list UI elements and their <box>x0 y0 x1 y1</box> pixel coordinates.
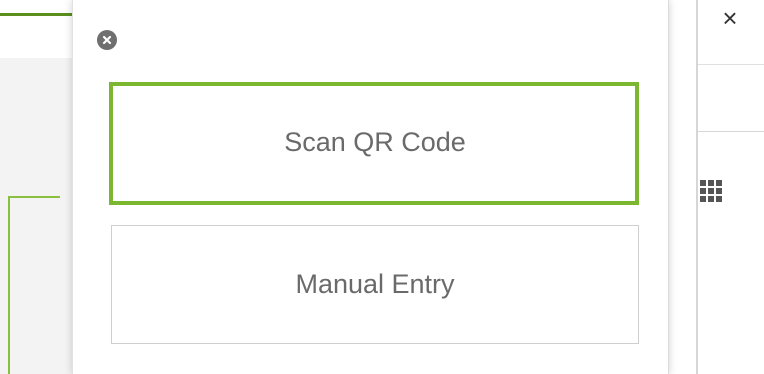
entry-method-popup: Scan QR Code Manual Entry <box>72 0 669 374</box>
manual-entry-label: Manual Entry <box>295 269 455 299</box>
right-panel-border <box>696 0 698 374</box>
screen: × Scan QR Code Manual Entry <box>0 0 764 374</box>
background-page-left <box>0 58 72 374</box>
close-icon[interactable]: × <box>716 4 744 32</box>
grid-dots-icon[interactable] <box>700 180 722 202</box>
manual-entry-button[interactable]: Manual Entry <box>111 225 639 344</box>
annotation-line-vertical <box>8 197 10 374</box>
close-circle-icon[interactable] <box>97 30 117 50</box>
annotation-line-horizontal <box>8 196 60 198</box>
scan-qr-code-button[interactable]: Scan QR Code <box>111 83 639 202</box>
right-panel-divider <box>698 131 764 132</box>
right-panel-divider-top <box>698 64 764 65</box>
scan-qr-code-label: Scan QR Code <box>284 127 466 157</box>
